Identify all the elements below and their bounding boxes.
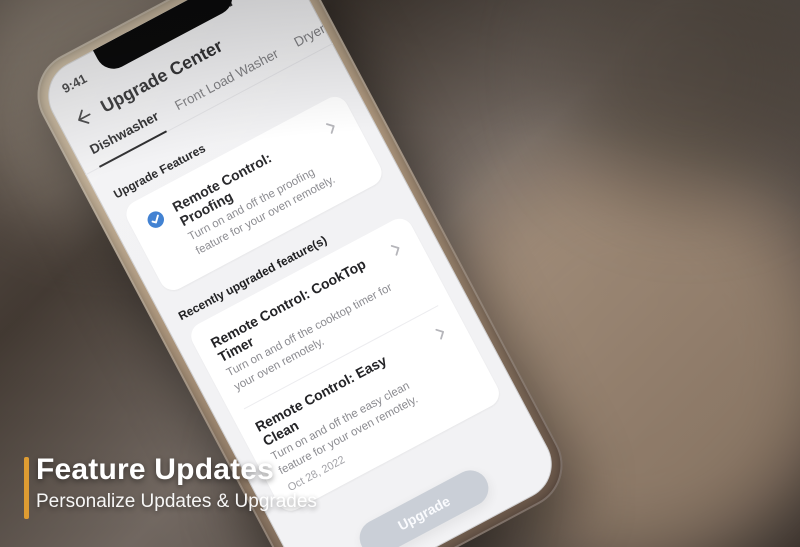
wifi-icon	[232, 0, 251, 2]
info-icon[interactable]: i	[363, 0, 375, 11]
back-button[interactable]	[69, 103, 99, 133]
tab-overflow[interactable]: A	[337, 6, 358, 34]
chevron-right-icon	[319, 115, 343, 139]
checkmark-circle-icon	[144, 207, 168, 231]
promo-stage: 9:41	[0, 0, 800, 547]
chevron-right-icon	[384, 237, 408, 261]
status-time: 9:41	[59, 70, 89, 95]
promo-subtitle: Personalize Updates & Upgrades	[36, 491, 317, 513]
promo-title: Feature Updates	[36, 453, 317, 487]
chevron-right-icon	[428, 321, 452, 345]
promo-caption: Feature Updates Personalize Updates & Up…	[36, 453, 317, 513]
accent-bar	[24, 457, 29, 519]
arrow-left-icon	[70, 104, 97, 131]
